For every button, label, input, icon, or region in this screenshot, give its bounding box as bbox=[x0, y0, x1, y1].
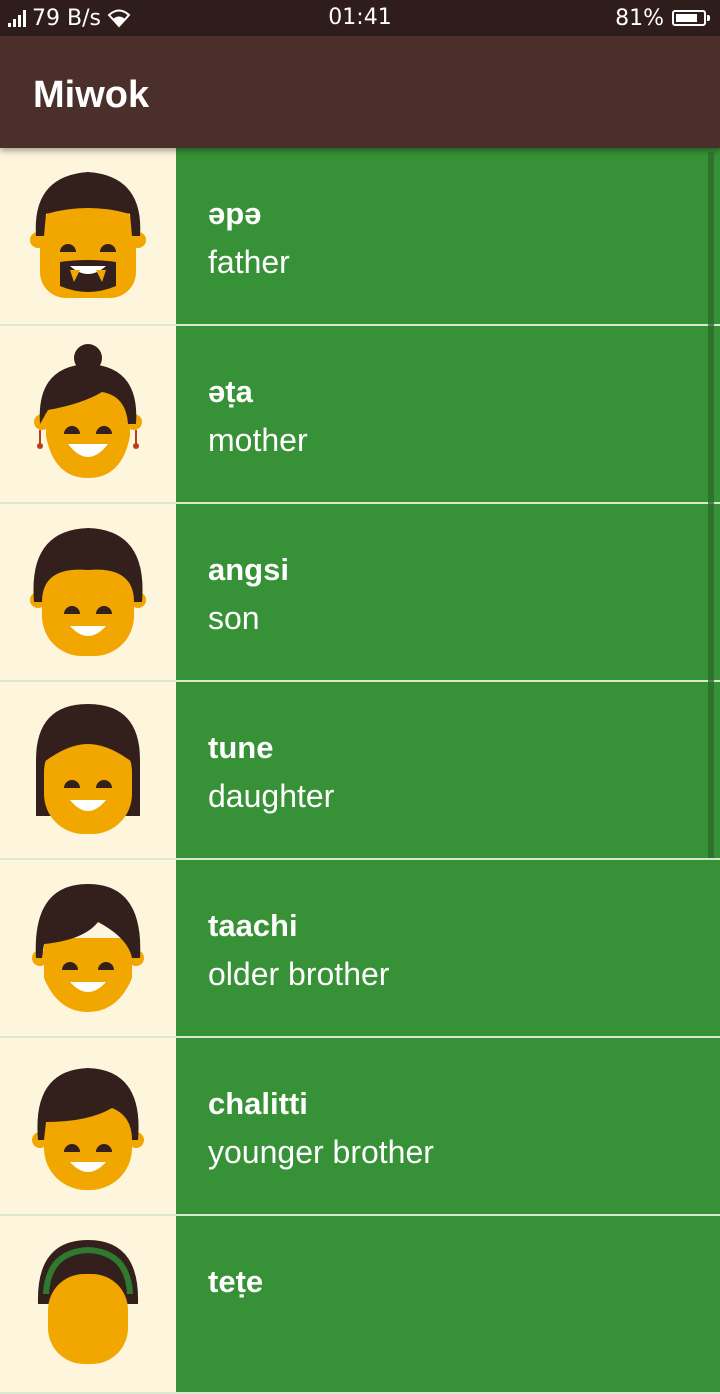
list-item-image bbox=[0, 148, 176, 324]
family-daughter-icon bbox=[36, 704, 140, 834]
miwok-word: teṭe bbox=[208, 1264, 264, 1299]
list-item-image bbox=[0, 682, 176, 858]
app-bar: Miwok bbox=[0, 36, 720, 148]
family-younger-brother-icon bbox=[32, 1068, 144, 1190]
list-item-text-area: taachi older brother bbox=[176, 860, 720, 1036]
english-translation: son bbox=[208, 600, 260, 636]
family-mother-icon bbox=[34, 344, 142, 478]
list-item-image bbox=[0, 860, 176, 1036]
miwok-word: taachi bbox=[208, 908, 298, 943]
word-list[interactable]: əpə father əṭa mother angsi son tune dau… bbox=[0, 148, 720, 1394]
list-item[interactable]: angsi son bbox=[0, 504, 720, 682]
list-item[interactable]: tune daughter bbox=[0, 682, 720, 860]
family-older-brother-icon bbox=[32, 884, 144, 1012]
family-father-icon bbox=[30, 172, 146, 298]
list-item-text-area: angsi son bbox=[176, 504, 720, 680]
miwok-word: əṭa bbox=[208, 374, 253, 409]
status-right: 81% bbox=[615, 0, 710, 36]
english-translation: mother bbox=[208, 422, 308, 458]
family-older-sister-icon bbox=[37, 1240, 139, 1364]
list-item[interactable]: əṭa mother bbox=[0, 326, 720, 504]
list-item-text-area: tune daughter bbox=[176, 682, 720, 858]
english-translation: older brother bbox=[208, 956, 390, 992]
list-item-text-area: əṭa mother bbox=[176, 326, 720, 502]
miwok-word: tune bbox=[208, 730, 274, 765]
list-item[interactable]: teṭe bbox=[0, 1216, 720, 1394]
english-translation: father bbox=[208, 244, 290, 280]
list-item-image bbox=[0, 504, 176, 680]
list-item-image bbox=[0, 326, 176, 502]
list-item-text-area: teṭe bbox=[176, 1216, 720, 1392]
clock: 01:41 bbox=[328, 5, 392, 30]
list-item[interactable]: taachi older brother bbox=[0, 860, 720, 1038]
battery-percent: 81% bbox=[615, 5, 664, 31]
list-item[interactable]: chalitti younger brother bbox=[0, 1038, 720, 1216]
english-translation: daughter bbox=[208, 778, 335, 814]
list-item[interactable]: əpə father bbox=[0, 148, 720, 326]
list-item-text-area: əpə father bbox=[176, 148, 720, 324]
english-translation: younger brother bbox=[208, 1134, 434, 1170]
miwok-word: chalitti bbox=[208, 1086, 308, 1121]
family-son-icon bbox=[30, 528, 146, 656]
miwok-word: əpə bbox=[208, 196, 262, 231]
list-item-image bbox=[0, 1216, 176, 1392]
list-item-text-area: chalitti younger brother bbox=[176, 1038, 720, 1214]
app-title: Miwok bbox=[33, 74, 150, 116]
miwok-word: angsi bbox=[208, 552, 289, 587]
scrollbar[interactable] bbox=[708, 152, 714, 858]
battery-icon bbox=[672, 10, 710, 26]
status-bar: 79 B/s 01:41 81% bbox=[0, 0, 720, 36]
list-item-image bbox=[0, 1038, 176, 1214]
